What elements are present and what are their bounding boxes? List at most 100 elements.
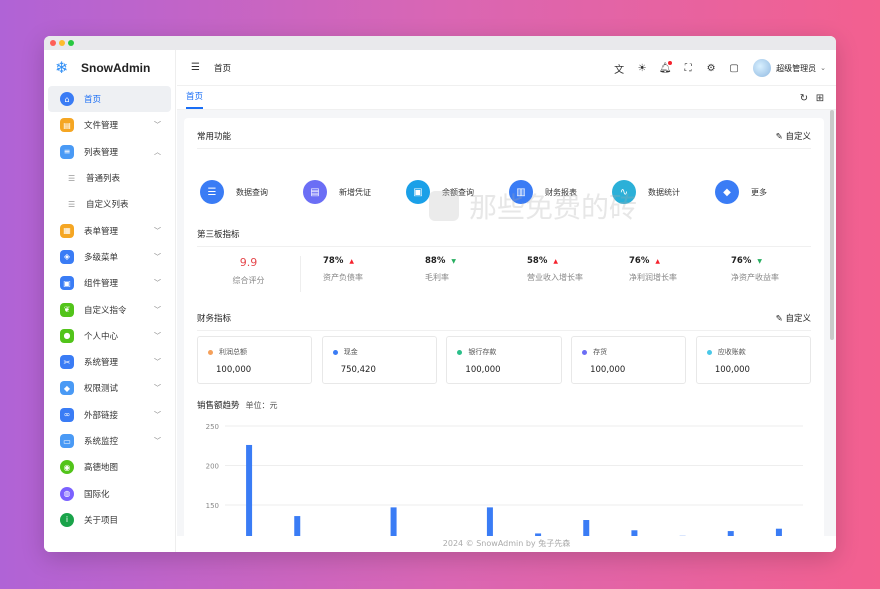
finance-box[interactable]: 存货 100,000 — [571, 336, 687, 384]
status-dot-icon — [208, 349, 213, 355]
quick-function-item[interactable]: ▥ 财务报表 — [509, 180, 612, 204]
content-scrollbar[interactable] — [830, 110, 834, 340]
trend-down-icon: ▼ — [451, 258, 456, 265]
chevron-down-icon[interactable]: ⌄ — [820, 64, 826, 72]
voucher-icon: ▤ — [303, 180, 327, 204]
third-board-metrics: 9.9 综合评分 78% ▲ 资产负债率 88% ▼ 毛利率 58% ▲ 营业收入增长率 76% ▲… — [197, 256, 811, 292]
edit-icon: ✎ — [775, 314, 786, 324]
sidebar-item[interactable]: ◍ 国际化 — [48, 480, 171, 506]
sidebar: ❄ SnowAdmin ⌂ 首页 ▤ 文件管理 ﹀ ≡ 列表管理 ︿ ☰ 普通列表 ☰ 自定义列表 ▦ 表… — [44, 50, 176, 552]
sales-trend-title: 销售额趋势 单位：元 — [197, 399, 278, 411]
divider — [197, 246, 811, 247]
list-icon: ≡ — [60, 144, 74, 159]
sidebar-item[interactable]: ∞ 外部链接 ﹀ — [48, 402, 171, 428]
finance-box[interactable]: 利润总额 100,000 — [197, 336, 313, 384]
metric-label: 净利润增长率 — [629, 273, 677, 282]
divider — [197, 330, 811, 331]
sidebar-item-label: 权限测试 — [84, 384, 119, 395]
quick-function-item[interactable]: ▤ 新增凭证 — [303, 180, 406, 204]
chevron-down-icon: ﹀ — [154, 437, 161, 445]
user-icon: ● — [60, 328, 74, 343]
sidebar-item-label: 列表管理 — [84, 147, 119, 158]
sidebar-item-label: 关于项目 — [84, 515, 119, 526]
tab-home[interactable]: 首页 — [186, 90, 204, 109]
divider — [197, 148, 811, 149]
notification-bell-icon[interactable]: 🔔︎ — [654, 57, 676, 79]
avatar[interactable] — [753, 59, 772, 77]
sidebar-item[interactable]: ● 个人中心 ﹀ — [48, 323, 171, 349]
metric-value-row: 76% ▼ — [731, 256, 811, 266]
status-dot-icon — [582, 349, 588, 355]
submenu-item[interactable]: ☰ 自定义列表 — [44, 191, 175, 217]
sidebar-item-label: 表单管理 — [84, 226, 119, 237]
quick-function-item[interactable]: ∿ 数据统计 — [612, 180, 715, 204]
finance-box-value: 100,000 — [714, 365, 750, 375]
sidebar-item[interactable]: ✂ 系统管理 ﹀ — [48, 349, 171, 375]
query-icon: ☰ — [200, 180, 224, 204]
fullscreen-icon[interactable]: ⛶ — [677, 57, 699, 79]
info-icon: i — [60, 512, 74, 527]
metric-label: 净资产收益率 — [731, 273, 779, 282]
sidebar-item[interactable]: ◈ 多级菜单 ﹀ — [48, 244, 171, 270]
finance-box-label: 利润总额 — [219, 348, 247, 356]
y-tick-label: 150 — [206, 502, 219, 510]
quick-function-item[interactable]: ◆ 更多 — [715, 180, 818, 204]
map-icon: ◉ — [60, 460, 74, 475]
content-area: 常用功能 ✎ 自定义 ☰ 数据查询 ▤ 新增凭证 ▣ 余额查询 ▥ 财务报表 ∿ 数据统计 ◆ 更多 … — [177, 110, 836, 552]
folder-icon: ▤ — [60, 118, 74, 133]
customize-common-button[interactable]: ✎ 自定义 — [776, 130, 811, 142]
metric-value-row: 58% ▲ — [527, 256, 607, 266]
finance-box-label: 银行存款 — [468, 348, 497, 356]
quick-function-label: 余额查询 — [442, 187, 474, 197]
sidebar-item[interactable]: ▭ 系统监控 ﹀ — [48, 428, 171, 454]
score-value: 9.9 — [239, 256, 258, 269]
theme-toggle-icon[interactable]: ☀ — [631, 57, 653, 79]
y-tick-label: 250 — [206, 423, 219, 431]
minimize-window-button[interactable] — [59, 40, 65, 46]
sales-unit: 单位：元 — [245, 401, 278, 410]
submenu-item[interactable]: ☰ 普通列表 — [44, 165, 175, 191]
skin-icon[interactable]: ▢ — [723, 57, 745, 79]
chevron-down-icon: ﹀ — [154, 305, 161, 314]
chevron-down-icon: ﹀ — [154, 358, 161, 367]
quick-function-item[interactable]: ☰ 数据查询 — [200, 180, 303, 204]
link-icon: ∞ — [60, 407, 74, 422]
translate-icon[interactable]: 文 — [608, 57, 630, 79]
sidebar-item[interactable]: i 关于项目 — [48, 507, 171, 533]
sidebar-item[interactable]: ▤ 文件管理 ﹀ — [48, 112, 171, 138]
layers-icon: ◈ — [60, 249, 74, 264]
finance-box[interactable]: 应收账款 100,000 — [695, 336, 812, 384]
refresh-icon[interactable]: ↻ — [796, 90, 812, 106]
status-dot-icon — [706, 349, 712, 355]
sidebar-item[interactable]: ⌂ 首页 — [48, 86, 171, 113]
top-bar: ☰ 首页 文 ☀ 🔔︎ ⛶ ⚙ ▢ 超级管理员 ⌄ — [177, 50, 836, 86]
finance-box[interactable]: 现金 750,420 — [321, 336, 437, 384]
metric-value-row: 76% ▲ — [629, 256, 709, 266]
sidebar-item[interactable]: ≡ 列表管理 ︿ — [48, 139, 171, 165]
close-window-button[interactable] — [50, 40, 56, 46]
sidebar-item-label: 个人中心 — [84, 331, 119, 342]
maximize-window-button[interactable] — [68, 40, 74, 46]
sidebar-item[interactable]: ◆ 权限测试 ﹀ — [48, 375, 171, 401]
app-window: ❄ SnowAdmin ⌂ 首页 ▤ 文件管理 ﹀ ≡ 列表管理 ︿ ☰ 普通列表 ☰ 自定义列表 ▦ 表… — [44, 36, 836, 552]
third-board-title: 第三板指标 — [197, 230, 240, 240]
quick-function-item[interactable]: ▣ 余额查询 — [406, 180, 509, 204]
metric-value: 78% — [323, 256, 344, 266]
sidebar-item[interactable]: ▣ 组件管理 ﹀ — [48, 270, 171, 296]
tab-menu-grid-icon[interactable]: ⊞ — [812, 90, 828, 106]
sidebar-item[interactable]: ◉ 高德地图 — [48, 454, 171, 480]
y-tick-label: 200 — [206, 463, 219, 471]
trend-up-icon: ▲ — [553, 258, 558, 265]
logo[interactable]: ❄ SnowAdmin — [44, 50, 175, 86]
collapse-sidebar-icon[interactable]: ☰ — [191, 62, 200, 73]
sidebar-item[interactable]: ❦ 自定义指令 ﹀ — [48, 296, 171, 322]
customize-finance-button[interactable]: ✎ 自定义 — [776, 312, 811, 324]
finance-box-label-row: 存货 — [582, 347, 685, 357]
user-name[interactable]: 超级管理员 — [776, 63, 816, 74]
settings-gear-icon[interactable]: ⚙ — [700, 57, 722, 79]
finance-box[interactable]: 银行存款 100,000 — [446, 336, 562, 384]
quick-function-label: 更多 — [751, 187, 767, 197]
finance-box-value: 100,000 — [465, 365, 501, 375]
sidebar-item[interactable]: ▦ 表单管理 ﹀ — [48, 217, 171, 243]
sidebar-item-label: 系统监控 — [84, 437, 119, 447]
